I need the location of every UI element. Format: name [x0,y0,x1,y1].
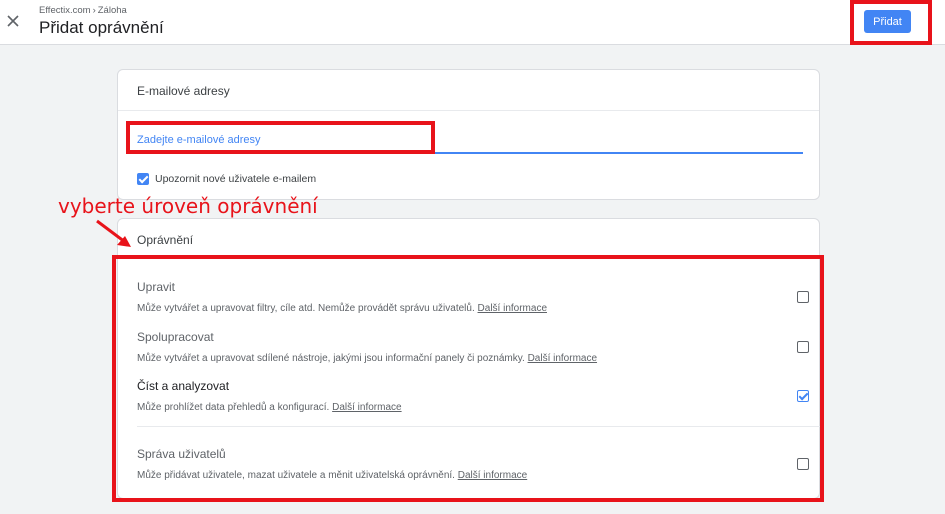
more-vert-icon[interactable] [928,14,934,30]
breadcrumb: Effectix.com › Záloha [39,5,127,16]
permission-description: Může vytvářet a upravovat sdílené nástro… [137,353,598,364]
email-card: E-mailové adresy Upozornit nové uživatel… [117,69,820,200]
learn-more-link[interactable]: Další informace [528,353,597,364]
divider [137,426,821,427]
permission-checkbox-collaborate[interactable] [797,341,809,353]
breadcrumb-separator-icon: › [92,5,96,16]
permission-description: Může přidávat uživatele, mazat uživatele… [137,470,528,481]
permission-title: Číst a analyzovat [137,379,230,393]
permission-checkbox-read-analyze[interactable] [797,390,809,402]
notify-label: Upozornit nové uživatele e-mailem [155,173,317,185]
notify-checkbox-row[interactable]: Upozornit nové uživatele e-mailem [137,173,316,185]
page-title: Přidat oprávnění [39,18,164,37]
notify-checkbox[interactable] [137,173,149,185]
permission-description: Může prohlížet data přehledů a konfigura… [137,402,402,413]
arrow-icon [96,219,131,247]
permission-title: Upravit [137,280,176,294]
permission-checkbox-edit[interactable] [797,291,809,303]
breadcrumb-property[interactable]: Záloha [98,5,127,16]
email-section-heading: E-mailové adresy [118,70,819,111]
permission-description: Může vytvářet a upravovat filtry, cíle a… [137,303,547,314]
permission-row-manage-users[interactable]: Správa uživatelů Může přidávat uživatele… [137,447,809,481]
permission-row-collaborate[interactable]: Spolupracovat Může vytvářet a upravovat … [137,330,809,364]
top-app-bar: Effectix.com › Záloha Přidat oprávnění Při… [0,0,945,45]
learn-more-link[interactable]: Další informace [478,303,547,314]
annotation-text: vyberte úroveň oprávnění [58,194,318,218]
permission-title: Spolupracovat [137,330,214,344]
learn-more-link[interactable]: Další informace [332,402,401,413]
email-input[interactable] [137,132,803,154]
permissions-card: Oprávnění Upravit Může vytvářet a upravo… [117,218,821,499]
permission-row-read-analyze[interactable]: Číst a analyzovat Může prohlížet data př… [137,379,809,413]
permission-row-edit[interactable]: Upravit Může vytvářet a upravovat filtry… [137,280,809,314]
breadcrumb-account[interactable]: Effectix.com [39,5,91,16]
permission-title: Správa uživatelů [137,447,226,461]
add-button[interactable]: Přidat [864,10,911,33]
close-icon[interactable] [4,12,22,30]
learn-more-link[interactable]: Další informace [458,470,527,481]
permissions-section-heading: Oprávnění [137,233,194,247]
permission-checkbox-manage-users[interactable] [797,458,809,470]
